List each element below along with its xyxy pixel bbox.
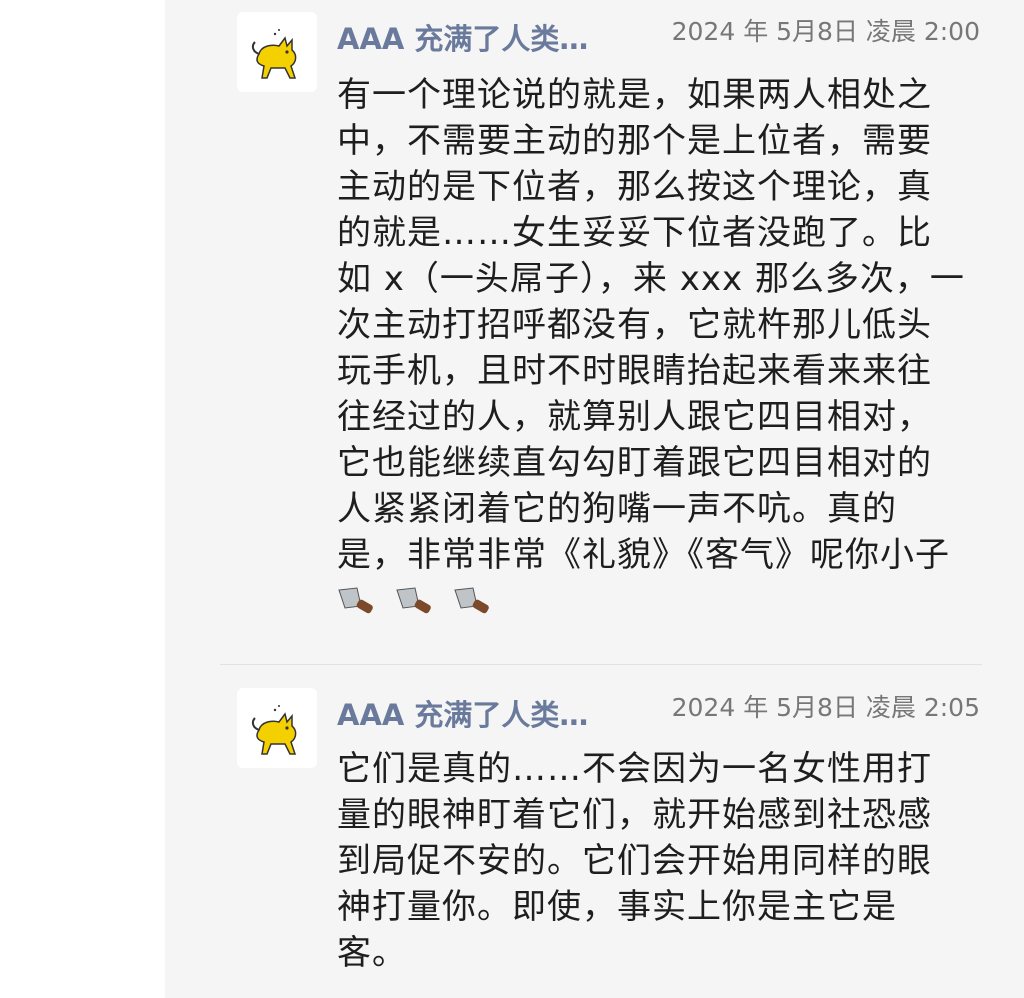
comment-line: 量的眼神盯着它们，就开始感到社恐感 bbox=[337, 795, 932, 835]
comment-body: 有一个理论说的就是，如果两人相处之 中，不需要主动的那个是上位者，需要 主动的是… bbox=[337, 72, 987, 624]
knife-emoji bbox=[396, 586, 431, 613]
comment-line: 玩手机，且时不时眼睛抬起来看来来往 bbox=[337, 351, 932, 391]
comment-line: 到局促不安的。它们会开始用同样的眼 bbox=[337, 841, 932, 881]
emoji-row bbox=[337, 578, 987, 624]
comment-author[interactable]: AAA 充满了人类… bbox=[337, 16, 588, 58]
comment-timestamp: 2024 年 5月8日 凌晨 2:05 bbox=[671, 693, 980, 722]
comment-line: 次主动打招呼都没有，它就杵那儿低头 bbox=[337, 305, 932, 345]
comment-line: 人紧紧闭着它的狗嘴一声不吭。真的 bbox=[337, 489, 897, 529]
comment-line: 它也能继续直勾勾盯着跟它四目相对的 bbox=[337, 443, 932, 483]
comment-panel: AAA 充满了人类… 2024 年 5月8日 凌晨 2:00 有一个理论说的就是… bbox=[165, 0, 1024, 998]
comment-line: 有一个理论说的就是，如果两人相处之 bbox=[337, 75, 932, 115]
yellow-cat-icon bbox=[251, 29, 297, 79]
comment-line: 客。 bbox=[337, 933, 407, 973]
comment-line: 是，非常非常《礼貌》《客气》呢你小子 bbox=[337, 535, 950, 575]
comment-line: 主动的是下位者，那么按这个理论，真 bbox=[337, 167, 932, 207]
comment-line: 神打量你。即使，事实上你是主它是 bbox=[337, 887, 897, 927]
comment-line: 的就是……女生妥妥下位者没跑了。比 bbox=[337, 213, 932, 253]
yellow-cat-icon bbox=[251, 705, 297, 755]
comment-author[interactable]: AAA 充满了人类… bbox=[337, 692, 588, 734]
knife-emoji bbox=[338, 586, 373, 613]
comment-body: 它们是真的……不会因为一名女性用打 量的眼神盯着它们，就开始感到社恐感 到局促不… bbox=[337, 746, 987, 976]
avatar[interactable] bbox=[237, 12, 317, 92]
comment-line: 往经过的人，就算别人跟它四目相对， bbox=[337, 397, 932, 437]
avatar[interactable] bbox=[237, 688, 317, 768]
comment-divider bbox=[220, 664, 982, 665]
comment-line: 它们是真的……不会因为一名女性用打 bbox=[337, 749, 932, 789]
comment-line: 如 x（一头屌子），来 xxx 那么多次，一 bbox=[337, 259, 965, 299]
knife-emoji bbox=[453, 586, 489, 613]
comment-timestamp: 2024 年 5月8日 凌晨 2:00 bbox=[671, 17, 980, 46]
comment-line: 中，不需要主动的那个是上位者，需要 bbox=[337, 121, 932, 161]
